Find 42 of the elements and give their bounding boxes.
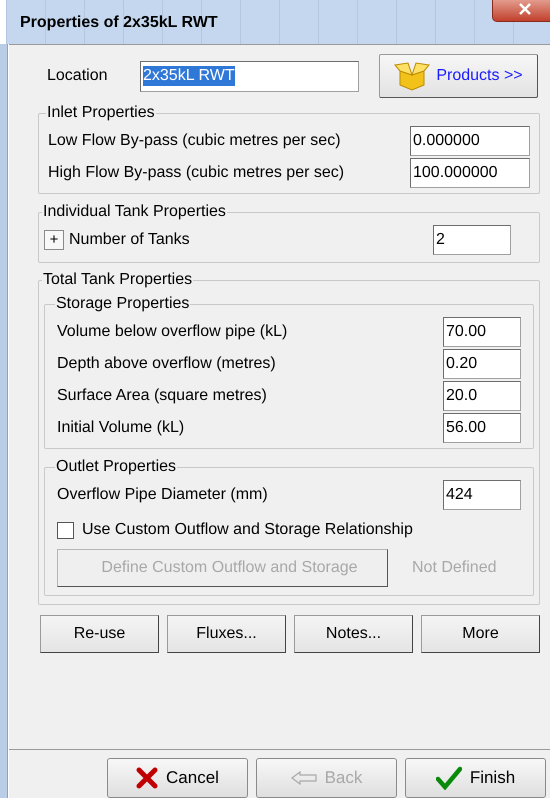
group-title: Total Tank Properties bbox=[43, 271, 192, 288]
products-button[interactable]: Products >> bbox=[379, 54, 538, 98]
status-text: Not Defined bbox=[412, 558, 496, 578]
checkbox-label: Use Custom Outflow and Storage Relationship bbox=[82, 520, 413, 540]
location-field[interactable]: 2x35kL RWT bbox=[140, 60, 359, 92]
field-value: 2x35kL RWT bbox=[143, 66, 235, 86]
window-title: Properties of 2x35kL RWT bbox=[20, 13, 218, 33]
action-button[interactable]: Notes... bbox=[294, 615, 413, 653]
field-label: Number of Tanks bbox=[69, 230, 190, 250]
input-field[interactable]: 56.00 bbox=[443, 413, 521, 443]
group-title: Storage Properties bbox=[56, 295, 190, 312]
field-label: Volume below overflow pipe (kL) bbox=[57, 322, 288, 342]
group-title: Outlet Properties bbox=[56, 458, 176, 475]
checkmark-icon bbox=[436, 766, 462, 790]
field-label: High Flow By-pass (cubic metres per sec) bbox=[48, 163, 344, 183]
field-label: Location bbox=[47, 66, 108, 86]
action-button[interactable]: Re-use bbox=[40, 615, 159, 653]
left-arrow-icon bbox=[290, 771, 317, 785]
close-button[interactable] bbox=[492, 0, 550, 22]
input-field[interactable]: 20.0 bbox=[443, 381, 521, 411]
group-title: Inlet Properties bbox=[47, 104, 155, 121]
input-field[interactable]: 0.000000 bbox=[410, 126, 530, 156]
input-field[interactable]: 424 bbox=[443, 480, 521, 510]
action-button[interactable]: Fluxes... bbox=[167, 615, 286, 653]
field-label: Initial Volume (kL) bbox=[57, 418, 184, 438]
box-icon bbox=[394, 61, 430, 91]
expand-button[interactable]: + bbox=[44, 230, 64, 250]
checkbox[interactable] bbox=[57, 522, 74, 538]
input-field[interactable]: 70.00 bbox=[443, 317, 521, 347]
close-icon bbox=[518, 3, 532, 15]
input-field[interactable]: 2 bbox=[433, 225, 511, 255]
field-label: Surface Area (square metres) bbox=[57, 386, 267, 406]
cancel-button[interactable]: Cancel bbox=[107, 758, 248, 798]
action-button[interactable]: More bbox=[421, 615, 540, 653]
input-field[interactable]: 100.000000 bbox=[410, 158, 530, 188]
field-label: Low Flow By-pass (cubic metres per sec) bbox=[48, 131, 341, 151]
input-field[interactable]: 0.20 bbox=[443, 349, 521, 379]
group-title: Individual Tank Properties bbox=[43, 203, 226, 220]
field-label: Depth above overflow (metres) bbox=[57, 354, 276, 374]
field-label: Overflow Pipe Diameter (mm) bbox=[57, 485, 268, 505]
finish-button[interactable]: Finish bbox=[405, 758, 546, 798]
cross-icon bbox=[136, 767, 158, 789]
